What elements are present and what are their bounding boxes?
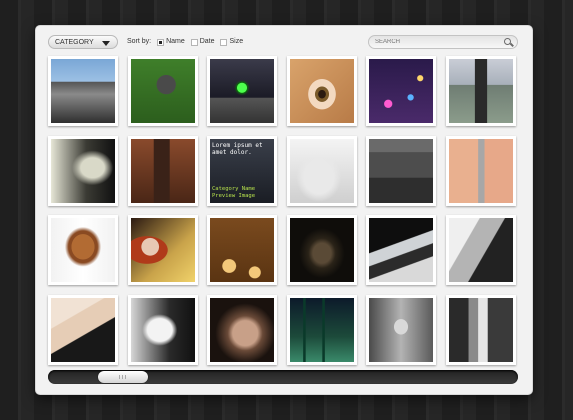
- toolbar: CATEGORY Sort by: Name Date Size: [36, 26, 532, 56]
- angel-hair-icon: [51, 218, 115, 282]
- sort-label: Sort by:: [127, 38, 152, 45]
- woman-portrait-icon: [130, 218, 195, 282]
- search-input[interactable]: [375, 39, 490, 45]
- legs-icon: [51, 297, 115, 362]
- face-closeup-icon: [210, 297, 274, 362]
- tree-stump-icon: [130, 138, 195, 203]
- tree-face-icon: [289, 138, 354, 203]
- preview-meta: Category Name Preview Image: [212, 186, 255, 200]
- thumbnail[interactable]: [286, 56, 357, 126]
- preview-category: Category Name: [212, 185, 256, 192]
- thumbnail[interactable]: [48, 294, 118, 365]
- wedding-couple-icon: [448, 297, 513, 362]
- floral-icon: [210, 218, 274, 282]
- skull-icon: [289, 218, 354, 282]
- city-lights-icon: [369, 59, 433, 123]
- thumbnail[interactable]: [286, 135, 357, 206]
- text-preview: Lorem ipsum et amet dolor. Category Name P…: [210, 138, 274, 203]
- thumbnail[interactable]: [366, 215, 436, 285]
- scrollbar-handle[interactable]: [98, 371, 148, 383]
- thumbnail[interactable]: [286, 294, 357, 365]
- category-dropdown[interactable]: CATEGORY: [48, 35, 118, 49]
- thumbnail[interactable]: [207, 294, 277, 365]
- torn-jeans-icon: [448, 138, 513, 203]
- car-woman-icon: [448, 218, 513, 282]
- sort-date-label: Date: [199, 38, 215, 45]
- preview-caption: Lorem ipsum et amet dolor.: [212, 141, 263, 156]
- preview-label: Preview Image: [212, 192, 256, 199]
- thumbnail[interactable]: [207, 215, 277, 285]
- sort-size-label: Size: [229, 38, 244, 45]
- golfer-icon: [130, 59, 195, 123]
- search-box: [368, 35, 518, 49]
- hands-icon: [130, 297, 195, 362]
- traffic-light-icon: [210, 59, 274, 123]
- bridge-icon: [51, 59, 115, 123]
- thumbnail[interactable]: [48, 215, 118, 285]
- thumbnail[interactable]: [127, 215, 198, 285]
- building-icon: [369, 138, 433, 203]
- eye-icon: [289, 59, 354, 123]
- sneaker-icon: [369, 218, 433, 282]
- forest-icon: [289, 297, 354, 362]
- thumbnail[interactable]: [445, 56, 516, 126]
- thumbnail[interactable]: [207, 56, 277, 126]
- thumbnail[interactable]: [286, 215, 357, 285]
- thumbnail[interactable]: Lorem ipsum et amet dolor. Category Name P…: [207, 135, 277, 206]
- sort-name-checkbox[interactable]: [157, 38, 165, 46]
- thumbnail[interactable]: [445, 294, 516, 365]
- thumbnail[interactable]: [366, 135, 436, 206]
- thumbnail[interactable]: [366, 294, 436, 365]
- gallery-panel: CATEGORY Sort by: Name Date Size Lorem i…: [36, 26, 532, 394]
- thumbnail[interactable]: [48, 56, 118, 126]
- thumbnail[interactable]: [127, 135, 198, 206]
- hair-portrait-icon: [51, 138, 115, 203]
- thumbnail[interactable]: [48, 135, 118, 206]
- thumbnail[interactable]: [127, 294, 198, 365]
- chevron-down-icon: [102, 41, 110, 46]
- thumbnail[interactable]: [445, 215, 516, 285]
- search-icon[interactable]: [504, 38, 511, 45]
- thumbnail[interactable]: [127, 56, 198, 126]
- horizontal-scrollbar[interactable]: [48, 370, 518, 384]
- girl-portrait-icon: [369, 297, 433, 362]
- sort-name-label: Name: [166, 38, 185, 45]
- category-dropdown-label: CATEGORY: [55, 39, 94, 46]
- road-icon: [448, 59, 513, 123]
- sort-size-checkbox[interactable]: [220, 38, 228, 46]
- sort-controls: Sort by: Name Date Size: [127, 37, 243, 48]
- thumbnail[interactable]: [445, 135, 516, 206]
- grip-icon: [119, 375, 127, 379]
- thumbnail[interactable]: [366, 56, 436, 126]
- sort-date-checkbox[interactable]: [190, 38, 198, 46]
